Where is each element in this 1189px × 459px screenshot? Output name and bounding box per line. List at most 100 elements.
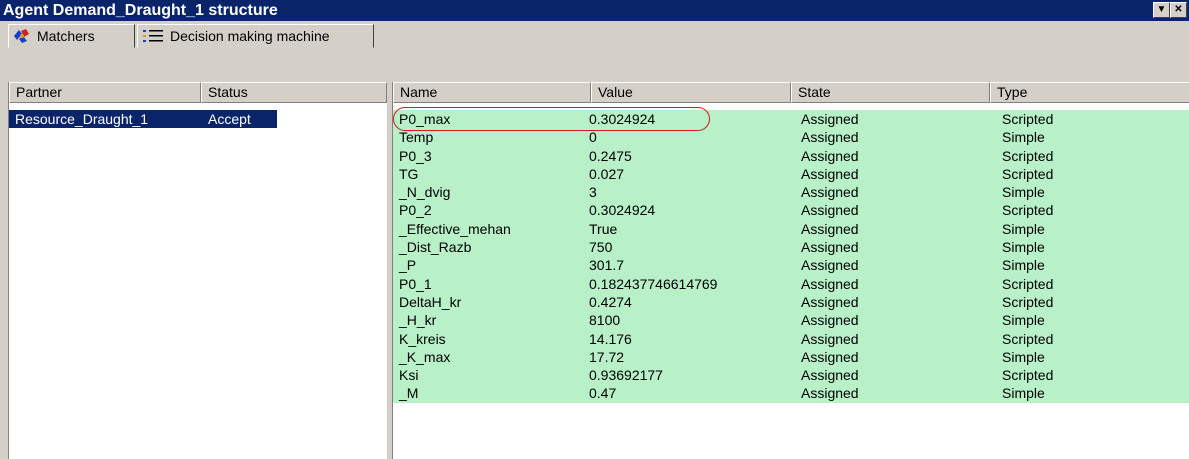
variable-name: _Effective_mehan — [399, 220, 511, 237]
variable-name: P0_max — [399, 111, 451, 127]
variable-type: Simple — [1002, 257, 1045, 274]
variable-name: P0_3 — [399, 147, 432, 164]
partner-row[interactable]: Resource_Draught_1 Accept — [9, 110, 277, 128]
variable-name: P0_1 — [399, 275, 432, 292]
variable-value: 301.7 — [589, 257, 625, 274]
table-row[interactable]: _P 301.7 Assigned Simple — [393, 256, 1189, 275]
variable-state: Assigned — [801, 165, 859, 182]
dropdown-icon[interactable]: ▼ — [1153, 2, 1170, 18]
table-row[interactable]: P0_1 0.182437746614769 Assigned Scripted — [393, 274, 1189, 293]
column-header-name[interactable]: Name — [393, 82, 591, 103]
variable-type: Simple — [1002, 184, 1045, 201]
column-header-state[interactable]: State — [791, 82, 990, 103]
variable-state: Assigned — [801, 202, 859, 219]
table-row[interactable]: Temp 0 Assigned Simple — [393, 128, 1189, 147]
window-title: Agent Demand_Draught_1 structure — [3, 2, 278, 19]
partner-status: Accept — [208, 111, 251, 127]
table-row[interactable]: P0_2 0.3024924 Assigned Scripted — [393, 201, 1189, 220]
variable-state: Assigned — [801, 275, 859, 292]
variable-state: Assigned — [801, 348, 859, 365]
variable-state: Assigned — [801, 239, 859, 256]
variable-state: Assigned — [801, 330, 859, 347]
table-row[interactable]: _H_kr 8100 Assigned Simple — [393, 311, 1189, 330]
variable-value: 0.93692177 — [589, 367, 663, 384]
variable-value: 750 — [589, 239, 613, 256]
variable-type: Scripted — [1002, 165, 1054, 182]
variable-value: 3 — [589, 184, 597, 201]
variable-type: Scripted — [1002, 202, 1054, 219]
variable-value: True — [589, 220, 618, 237]
variable-type: Simple — [1002, 129, 1045, 146]
variable-value: 8100 — [589, 312, 621, 329]
variables-table: Name Value State Type P0_max 0.3024924 Ass… — [392, 82, 1189, 459]
variable-state: Assigned — [801, 385, 859, 402]
table-row[interactable]: K_kreis 14.176 Assigned Scripted — [393, 329, 1189, 348]
column-header-type[interactable]: Type — [990, 82, 1189, 103]
tab-matchers[interactable]: Matchers — [8, 24, 135, 48]
variable-type: Scripted — [1002, 111, 1054, 127]
variable-value: 0.182437746614769 — [589, 275, 718, 292]
variable-value: 0.4274 — [589, 293, 632, 310]
variable-type: Scripted — [1002, 330, 1054, 347]
variable-value: 0.3024924 — [589, 202, 656, 219]
variable-name: P0_2 — [399, 202, 432, 219]
partner-name: Resource_Draught_1 — [15, 111, 149, 127]
variable-name: Temp — [399, 129, 434, 146]
matchers-icon — [13, 28, 31, 44]
variable-type: Simple — [1002, 385, 1045, 402]
variable-state: Assigned — [801, 220, 859, 237]
variable-value: 0.47 — [589, 385, 617, 402]
variable-state: Assigned — [801, 147, 859, 164]
tab-matchers-label: Matchers — [37, 28, 95, 44]
variable-state: Assigned — [801, 293, 859, 310]
tab-bar: Matchers Decision making machine — [0, 21, 1189, 49]
column-header-value[interactable]: Value — [591, 82, 791, 103]
variable-state: Assigned — [801, 367, 859, 384]
variable-type: Scripted — [1002, 275, 1054, 292]
variable-name: _Dist_Razb — [399, 239, 472, 256]
variable-type: Simple — [1002, 312, 1045, 329]
variable-state: Assigned — [801, 312, 859, 329]
variable-name: DeltaH_kr — [399, 293, 462, 310]
table-row[interactable]: Ksi 0.93692177 Assigned Scripted — [393, 366, 1189, 385]
variable-value: 0.027 — [589, 165, 625, 182]
variable-name: _P — [399, 257, 417, 274]
toolbar-gap — [0, 49, 1189, 82]
table-row[interactable]: DeltaH_kr 0.4274 Assigned Scripted — [393, 292, 1189, 312]
table-row[interactable]: P0_3 0.2475 Assigned Scripted — [393, 146, 1189, 165]
variable-name: _M — [399, 385, 419, 402]
variable-name: Ksi — [399, 367, 419, 384]
table-row[interactable]: _Dist_Razb 750 Assigned Simple — [393, 238, 1189, 257]
table-row[interactable]: _N_dvig 3 Assigned Simple — [393, 183, 1189, 202]
variable-type: Scripted — [1002, 367, 1054, 384]
variables-rows: P0_max 0.3024924 Assigned Scripted Temp 0 Assi… — [393, 110, 1189, 403]
close-icon[interactable]: ✕ — [1170, 2, 1187, 18]
variable-name: _K_max — [399, 348, 451, 365]
window-title-bar: Agent Demand_Draught_1 structure ▼ ✕ — [0, 0, 1189, 21]
variable-state: Assigned — [801, 184, 859, 201]
variable-value: 0.3024924 — [589, 111, 656, 127]
variable-value: 0 — [589, 129, 597, 146]
column-header-partner[interactable]: Partner — [9, 82, 201, 103]
tab-decision-label: Decision making machine — [170, 28, 330, 44]
tab-decision-making-machine[interactable]: Decision making machine — [137, 24, 374, 48]
variable-type: Simple — [1002, 239, 1045, 256]
variable-name: _N_dvig — [399, 184, 451, 201]
variable-type: Simple — [1002, 348, 1045, 365]
variable-type: Simple — [1002, 220, 1045, 237]
table-row[interactable]: _K_max 17.72 Assigned Simple — [393, 347, 1189, 367]
table-row[interactable]: P0_max 0.3024924 Assigned Scripted — [393, 110, 1189, 129]
variable-name: K_kreis — [399, 330, 446, 347]
table-row[interactable]: TG 0.027 Assigned Scripted — [393, 164, 1189, 184]
variable-type: Scripted — [1002, 147, 1054, 164]
variable-value: 0.2475 — [589, 147, 632, 164]
list-icon — [142, 28, 164, 44]
column-header-status[interactable]: Status — [201, 82, 387, 103]
variable-value: 14.176 — [589, 330, 632, 347]
variable-state: Assigned — [801, 257, 859, 274]
variable-name: _H_kr — [399, 312, 437, 329]
variable-value: 17.72 — [589, 348, 625, 365]
variable-name: TG — [399, 165, 419, 182]
table-row[interactable]: _Effective_mehan True Assigned Simple — [393, 219, 1189, 239]
table-row[interactable]: _M 0.47 Assigned Simple — [393, 384, 1189, 403]
